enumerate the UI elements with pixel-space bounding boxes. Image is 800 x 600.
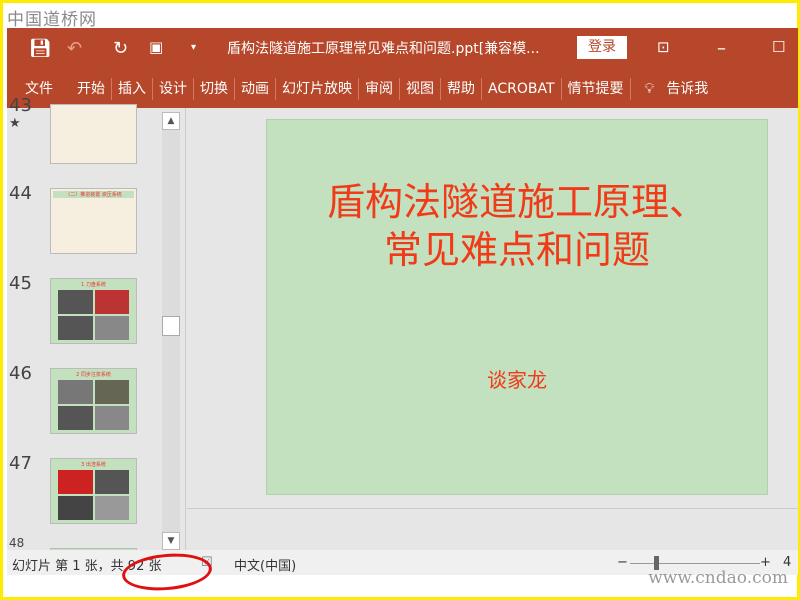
slide-thumbnail-43[interactable] xyxy=(50,104,137,164)
slide-thumbnail-46[interactable]: 2 同步注浆系统 xyxy=(50,368,137,434)
thumb-title: （二）推进装置 液压系统 xyxy=(53,191,134,198)
thumb-title: 1 刀盘系统 xyxy=(81,282,106,288)
tab-design[interactable]: 设计 xyxy=(153,78,194,100)
star-icon: ★ xyxy=(9,116,21,131)
slide-thumbnail-47[interactable]: 3 出渣系统 xyxy=(50,458,137,524)
language-indicator[interactable]: 中文(中国) xyxy=(234,555,296,574)
ribbon-display-icon[interactable]: ⊡ xyxy=(657,38,670,56)
minimize-icon[interactable]: – xyxy=(717,38,726,59)
undo-icon[interactable]: ↶ xyxy=(67,38,82,59)
slide-number: 46 xyxy=(9,363,32,384)
tell-me-button[interactable]: 告诉我 xyxy=(660,78,714,100)
tab-review[interactable]: 审阅 xyxy=(359,78,400,100)
slide-thumbnail-44[interactable]: （二）推进装置 液压系统 xyxy=(50,188,137,254)
slide-number: 45 xyxy=(9,273,32,294)
watermark-top: 中国道桥网 xyxy=(7,10,97,30)
save-icon[interactable]: 💾︎ xyxy=(29,38,52,59)
pane-divider[interactable] xyxy=(185,108,186,550)
tab-animations[interactable]: 动画 xyxy=(235,78,276,100)
thumb-title: 2 同步注浆系统 xyxy=(76,372,111,378)
tab-help[interactable]: 帮助 xyxy=(441,78,482,100)
maximize-icon[interactable]: ☐ xyxy=(772,38,785,56)
notes-divider[interactable] xyxy=(187,508,798,509)
redo-icon[interactable]: ↻ xyxy=(113,38,128,59)
powerpoint-window: 💾︎ ↶ ↻ ▣ ▾ 盾构法隧道施工原理常见难点和问题.ppt[兼容模... 登… xyxy=(7,28,798,575)
slide-number: 47 xyxy=(9,453,32,474)
slide-number: 44 xyxy=(9,183,32,204)
ribbon-tabs: 文件 开始 插入 设计 切换 动画 幻灯片放映 审阅 视图 帮助 ACROBAT… xyxy=(7,70,798,108)
slide-title[interactable]: 盾构法隧道施工原理、 常见难点和问题 xyxy=(267,178,767,274)
thumbnail-scrollbar[interactable]: ▲ ▼ xyxy=(162,112,180,550)
scroll-down-icon[interactable]: ▼ xyxy=(162,532,180,550)
zoom-slider[interactable] xyxy=(630,563,760,564)
title-line-2: 常见难点和问题 xyxy=(383,228,650,272)
title-bar: 💾︎ ↶ ↻ ▣ ▾ 盾构法隧道施工原理常见难点和问题.ppt[兼容模... 登… xyxy=(7,28,798,70)
tab-slideshow[interactable]: 幻灯片放映 xyxy=(276,78,359,100)
tab-acrobat[interactable]: ACROBAT xyxy=(482,78,562,100)
slide-canvas[interactable]: 盾构法隧道施工原理、 常见难点和问题 谈家龙 xyxy=(266,119,768,495)
document-title: 盾构法隧道施工原理常见难点和问题.ppt[兼容模... xyxy=(227,41,540,57)
tab-home[interactable]: 开始 xyxy=(71,78,112,100)
watermark-bottom: www.cndao.com xyxy=(648,568,788,588)
tab-transitions[interactable]: 切换 xyxy=(194,78,235,100)
slide-thumbnails-pane: 43 ★ 44 （二）推进装置 液压系统 45 1 刀盘系统 46 2 同步注浆… xyxy=(7,96,183,550)
login-button[interactable]: 登录 xyxy=(577,36,627,59)
present-icon[interactable]: ▣ xyxy=(149,38,163,56)
title-line-1: 盾构法隧道施工原理、 xyxy=(326,180,707,224)
tab-insert[interactable]: 插入 xyxy=(112,78,153,100)
tab-view[interactable]: 视图 xyxy=(400,78,441,100)
slide-thumbnail-45[interactable]: 1 刀盘系统 xyxy=(50,278,137,344)
slide-subtitle[interactable]: 谈家龙 xyxy=(267,364,767,393)
customize-icon[interactable]: ▾ xyxy=(191,42,196,53)
zoom-out-icon[interactable]: − xyxy=(617,555,628,570)
scroll-up-icon[interactable]: ▲ xyxy=(162,112,180,130)
tab-storyboard[interactable]: 情节提要 xyxy=(562,78,631,100)
lightbulb-icon: 💡︎ xyxy=(644,81,655,97)
slide-number: 43 xyxy=(9,95,32,116)
thumb-title: 3 出渣系统 xyxy=(81,462,106,468)
scrollbar-thumb[interactable] xyxy=(162,316,180,336)
slide-number: 48 xyxy=(9,536,25,550)
